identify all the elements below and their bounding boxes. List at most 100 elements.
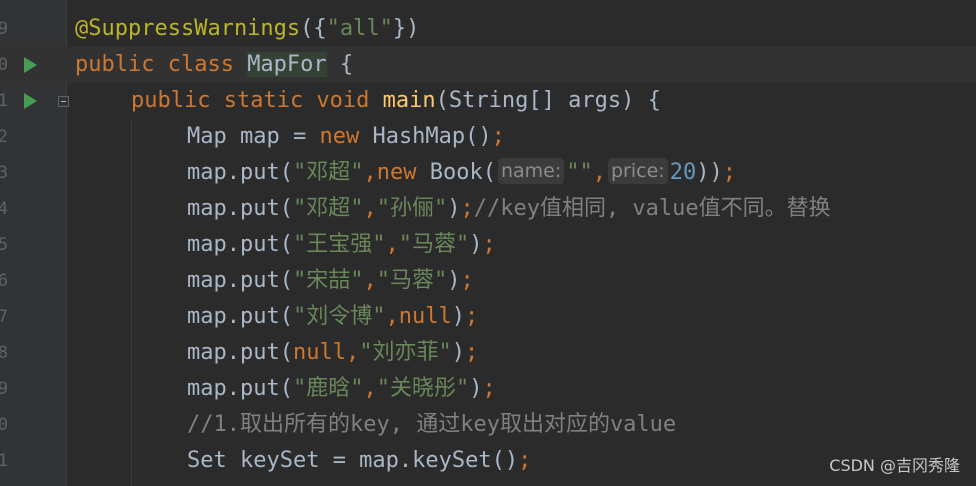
comma: , [363,160,377,185]
line-number: 9 [0,19,8,39]
line-number: 6 [0,271,8,291]
comma: , [385,232,399,257]
string-literal: "关晓彤" [376,376,470,401]
code-text: map.put( [187,232,293,257]
semicolon: ; [464,304,479,329]
code-text: map.put( [187,340,293,365]
code-row: 5 map.put("王宝强","马蓉"); [0,227,976,263]
code-text: Set keySet = map.keySet() [187,448,519,473]
string-literal: "" [566,160,593,185]
code-text: ) [469,232,483,257]
semicolon: ; [482,376,496,401]
line-number: 1 [0,451,8,471]
semicolon: ; [491,124,505,149]
code-text: Book( [416,160,496,185]
string-literal: "孙俪" [376,196,448,221]
code-text: ) [447,268,461,293]
line-number: 1 [0,91,8,111]
line-number: 2 [0,127,8,147]
punct: }) [392,16,420,41]
code-row: 6 map.put("宋喆","马蓉"); [0,263,976,299]
code-line[interactable]: Map map = new HashMap(); [187,119,505,155]
code-text: map.put( [187,268,293,293]
code-row: 4 map.put("邓超","孙俪");//key值相同, value值不同。… [0,191,976,227]
comma: , [345,340,360,365]
semicolon: ; [460,196,474,221]
code-row: 3 map.put("邓超",new Book(name: "", price: 20… [0,155,976,191]
run-icon[interactable] [24,93,37,109]
code-row: 0 //1.取出所有的key, 通过key取出对应的value [0,407,976,443]
punct: ({ [300,16,327,41]
string-literal: "王宝强" [292,232,386,257]
keyword: new [376,160,417,185]
code-row: 7 map.put("刘令博",null); [0,299,976,335]
line-number: 0 [0,55,8,75]
string-literal: "鹿晗" [292,376,364,401]
code-line[interactable]: map.put("刘令博",null); [187,299,478,335]
code-text: ) [451,304,465,329]
semicolon: ; [722,160,736,185]
code-text: map.put( [187,160,293,185]
code-row: 1 public static void main(String[] args)… [0,83,976,119]
code-line[interactable]: map.put("邓超",new Book(name: "", price: 20))… [187,155,736,191]
code-line[interactable]: //1.取出所有的key, 通过key取出对应的value [187,407,676,443]
line-number: 8 [0,343,8,363]
code-text: ) [469,376,483,401]
code-line[interactable]: public static void main(String[] args) { [131,83,661,119]
string-literal: "邓超" [292,196,364,221]
string-literal: "all" [326,16,393,41]
string-literal: "邓超" [292,160,364,185]
code-line[interactable]: map.put("鹿晗","关晓彤"); [187,371,496,407]
code-text: Map map = [187,124,320,149]
semicolon: ; [460,268,474,293]
code-line[interactable]: @SuppressWarnings({"all"}) [75,11,419,47]
annotation: @SuppressWarnings [75,16,301,41]
code-line[interactable]: public class MapFor { [75,47,353,83]
watermark: CSDN @吉冈秀隆 [829,456,960,475]
code-text: map.put( [187,304,293,329]
code-line[interactable]: map.put("宋喆","马蓉"); [187,263,474,299]
code-text: map.put( [187,376,293,401]
code-row: 0 public class MapFor { [0,47,976,83]
semicolon: ; [482,232,496,257]
code-text: (String[] args) { [435,88,661,113]
keyword: null [292,340,346,365]
string-literal: "马蓉" [376,268,448,293]
line-number: 3 [0,163,8,183]
semicolon: ; [518,448,532,473]
code-line[interactable]: map.put("王宝强","马蓉"); [187,227,496,263]
code-text: )) [696,160,723,185]
code-row: 9 @SuppressWarnings({"all"}) [0,11,976,47]
keyword: public class [75,52,248,77]
code-text: HashMap() [359,124,492,149]
code-line[interactable]: map.put("邓超","孙俪");//key值相同, value值不同。替换 [187,191,831,227]
comma: , [363,376,377,401]
string-literal: "马蓉" [398,232,470,257]
punct: { [326,52,354,77]
line-number: 9 [0,379,8,399]
line-number: 4 [0,199,8,219]
string-literal: "宋喆" [292,268,364,293]
code-text: ) [451,340,465,365]
parameter-hint: price: [608,158,668,184]
keyword: public static void [131,88,383,113]
code-row: 8 map.put(null,"刘亦菲"); [0,335,976,371]
comma: , [592,160,606,185]
code-row: 9 map.put("鹿晗","关晓彤"); [0,371,976,407]
class-name: MapFor [247,52,327,77]
fold-icon[interactable] [58,96,69,107]
string-literal: "刘亦菲" [359,340,452,365]
string-literal: "刘令博" [292,304,386,329]
line-number: 5 [0,235,8,255]
code-editor[interactable]: 9 @SuppressWarnings({"all"}) 0 public cl… [0,0,976,486]
code-line[interactable]: Set keySet = map.keySet(); [187,443,531,479]
code-text: ) [447,196,461,221]
comment: //key值相同, value值不同。替换 [473,196,831,221]
line-number: 0 [0,415,8,435]
code-row: 2 Map map = new HashMap(); [0,119,976,155]
comment: //1.取出所有的key, 通过key取出对应的value [187,412,677,437]
line-number: 7 [0,307,8,327]
run-icon[interactable] [24,57,37,73]
keyword: new [319,124,360,149]
code-line[interactable]: map.put(null,"刘亦菲"); [187,335,478,371]
